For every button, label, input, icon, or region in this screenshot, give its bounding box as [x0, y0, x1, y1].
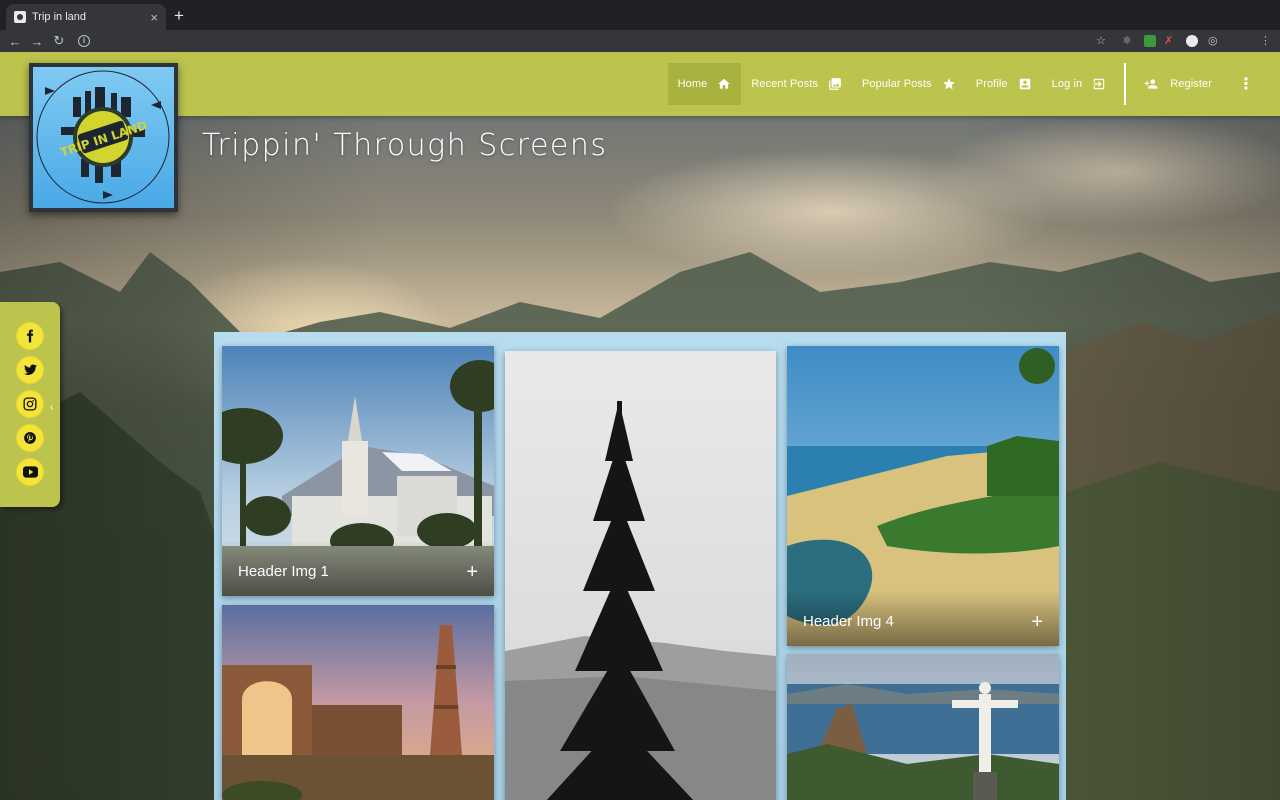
top-navbar: Home Recent Posts Popular Posts Profile	[0, 52, 1280, 116]
person-add-icon	[1144, 77, 1158, 91]
react-devtools-icon[interactable]: ⚛	[1122, 34, 1132, 47]
gallery-card[interactable]: Header Img 1 +	[222, 346, 494, 596]
bookmark-star-icon[interactable]: ☆	[1096, 34, 1106, 47]
nav-popular-posts-label: Popular Posts	[861, 78, 932, 90]
nav-home-label: Home	[677, 78, 708, 90]
extension-round-icon[interactable]	[1186, 35, 1198, 47]
rio-christ-redeemer-photo	[787, 654, 1059, 800]
reload-icon[interactable]: ↻	[48, 33, 70, 49]
tab-title: Trip in land	[32, 11, 87, 23]
tree-photo	[505, 351, 776, 800]
social-sidebar: ‹	[0, 302, 60, 507]
nav-popular-posts[interactable]: Popular Posts	[852, 63, 966, 105]
home-icon	[717, 77, 731, 91]
logo-image: TRIP IN LAND	[33, 67, 174, 208]
youtube-button[interactable]	[16, 458, 44, 486]
nav-profile[interactable]: Profile	[966, 63, 1042, 105]
tab-close-icon[interactable]: ×	[150, 10, 158, 25]
card-caption: Header Img 1	[238, 563, 329, 580]
add-icon[interactable]: +	[1031, 612, 1043, 632]
nav-register-label: Register	[1170, 78, 1212, 90]
gallery-card[interactable]	[505, 351, 776, 800]
extension-target-icon[interactable]: ◎	[1208, 34, 1218, 47]
facebook-icon	[27, 329, 34, 343]
nav-recent-posts[interactable]: Recent Posts	[741, 63, 852, 105]
chrome-menu-icon[interactable]: ⋮	[1260, 34, 1271, 47]
collapse-social-icon[interactable]: ‹	[50, 402, 53, 413]
twitter-button[interactable]	[16, 356, 44, 384]
nav-register[interactable]: Register	[1134, 63, 1222, 105]
nav-login[interactable]: Log in	[1042, 63, 1117, 105]
pinterest-button[interactable]	[16, 424, 44, 452]
gallery-card[interactable]	[787, 654, 1059, 800]
facebook-button[interactable]	[16, 322, 44, 350]
flash-extension-icon[interactable]: ✗	[1164, 34, 1173, 47]
more-vert-icon[interactable]: ⋮	[1236, 74, 1256, 94]
gallery-card[interactable]	[222, 605, 494, 800]
nav-profile-label: Profile	[975, 78, 1008, 90]
nav-recent-posts-label: Recent Posts	[751, 78, 818, 90]
card-caption: Header Img 4	[803, 613, 894, 630]
site-info-icon[interactable]: i	[78, 35, 90, 47]
pinterest-icon	[24, 432, 36, 444]
login-icon	[1092, 77, 1106, 91]
add-icon[interactable]: +	[466, 562, 478, 582]
twitter-icon	[23, 364, 37, 375]
nav-divider	[1124, 63, 1127, 105]
youtube-icon	[22, 466, 38, 478]
nav-login-label: Log in	[1051, 78, 1083, 90]
browser-tabbar: Trip in land × +	[0, 0, 1280, 30]
site-title: Trippin' Through Screens	[202, 128, 608, 163]
browser-toolbar: ← → ↻ i ☆ ⚛ ✗ ◎ ⋮	[0, 30, 1280, 52]
nav-menu: Home Recent Posts Popular Posts Profile	[667, 62, 1256, 106]
extension-green-icon[interactable]	[1144, 35, 1156, 47]
page: Home Recent Posts Popular Posts Profile	[0, 52, 1280, 800]
gallery-card[interactable]: Header Img 4 +	[787, 346, 1059, 646]
instagram-button[interactable]	[16, 390, 44, 418]
forward-icon[interactable]: →	[26, 34, 48, 49]
instagram-icon	[23, 397, 37, 411]
site-logo[interactable]: TRIP IN LAND	[29, 63, 178, 212]
qutub-minar-photo	[222, 605, 494, 800]
logo-globe-illustration: TRIP IN LAND	[36, 70, 170, 204]
back-icon[interactable]: ←	[4, 34, 26, 49]
account-box-icon	[1018, 77, 1032, 91]
photo-library-icon	[828, 77, 842, 91]
nav-home[interactable]: Home	[667, 63, 742, 105]
site-favicon-icon	[14, 11, 26, 23]
browser-tab[interactable]: Trip in land ×	[6, 4, 166, 30]
star-icon	[942, 77, 956, 91]
image-gallery: Header Img 1 + Header Img 4 +	[214, 332, 1066, 800]
new-tab-button[interactable]: +	[174, 6, 184, 26]
